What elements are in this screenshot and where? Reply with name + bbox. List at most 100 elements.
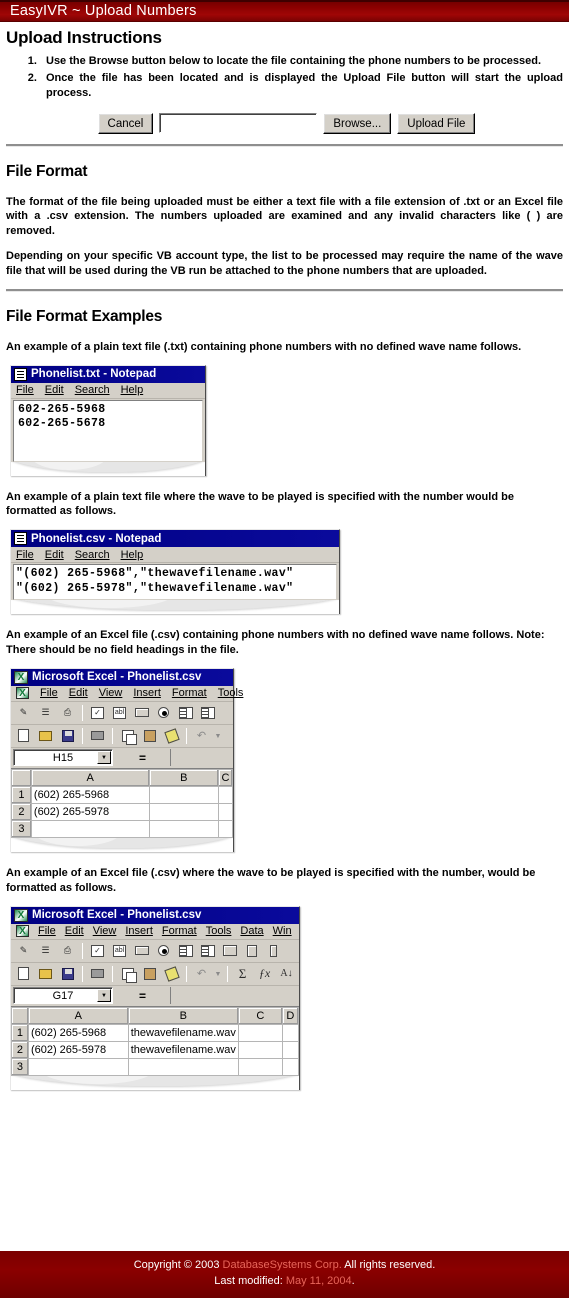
combobox-control-icon[interactable]	[198, 941, 217, 961]
open-icon[interactable]	[36, 726, 55, 746]
chevron-down-icon[interactable]: ▼	[97, 751, 111, 765]
excel1-cell-a3[interactable]	[30, 819, 150, 838]
excel2-row-header-3[interactable]: 3	[11, 1057, 29, 1076]
excel1-name-box[interactable]: H15 ▼	[13, 749, 113, 767]
excel1-col-c[interactable]: C	[217, 768, 234, 787]
format-painter-icon[interactable]	[162, 726, 181, 746]
menu-item-search[interactable]: Search	[75, 384, 110, 396]
properties-icon[interactable]: ☰	[36, 703, 55, 723]
excel2-row-header-1[interactable]: 1	[11, 1023, 29, 1042]
excel2-col-b[interactable]: B	[127, 1006, 239, 1025]
upload-file-button[interactable]: Upload File	[397, 112, 476, 134]
command-button-control-icon[interactable]	[132, 703, 151, 723]
excel2-cell-c3[interactable]	[237, 1057, 283, 1076]
notepad1-text-area[interactable]: 602-265-5968 602-265-5678	[13, 399, 203, 462]
design-mode-icon[interactable]: ✎	[14, 941, 33, 961]
new-icon[interactable]	[14, 726, 33, 746]
excel2-cell-a2[interactable]: (602) 265-5978	[27, 1040, 129, 1059]
autosum-icon[interactable]: Σ	[233, 964, 252, 984]
menu-item-tools[interactable]: Tools	[218, 687, 244, 699]
excel2-cell-b3[interactable]	[127, 1057, 239, 1076]
excel2-cell-b2[interactable]: thewavefilename.wav	[127, 1040, 239, 1059]
excel2-cell-a3[interactable]	[27, 1057, 129, 1076]
menu-item-edit[interactable]: Edit	[65, 925, 84, 937]
menu-item-edit[interactable]: Edit	[69, 687, 88, 699]
checkbox-control-icon[interactable]: ✓	[88, 703, 107, 723]
excel2-equals-button[interactable]: =	[115, 987, 171, 1005]
design-mode-icon[interactable]: ✎	[14, 703, 33, 723]
properties-icon[interactable]: ☰	[36, 941, 55, 961]
undo-dropdown-icon[interactable]: ▼	[214, 726, 222, 746]
corner-select-all-cell[interactable]	[11, 768, 32, 787]
view-code-icon[interactable]: ⎙	[58, 703, 77, 723]
checkbox-control-icon[interactable]: ✓	[88, 941, 107, 961]
print-icon[interactable]	[88, 726, 107, 746]
menu-item-tools[interactable]: Tools	[206, 925, 232, 937]
textbox-control-icon[interactable]: abl	[110, 703, 129, 723]
excel1-cell-a1[interactable]: (602) 265-5968	[30, 785, 150, 804]
textbox-control-icon[interactable]: abl	[110, 941, 129, 961]
menu-item-edit[interactable]: Edit	[45, 549, 64, 561]
spin-button-control-icon[interactable]	[242, 941, 261, 961]
footer-company-link[interactable]: DatabaseSystems Corp.	[223, 1259, 342, 1271]
excel1-cell-b1[interactable]	[148, 785, 219, 804]
menu-item-search[interactable]: Search	[75, 549, 110, 561]
undo-dropdown-icon[interactable]: ▼	[214, 964, 222, 984]
excel1-cell-c2[interactable]	[217, 802, 234, 821]
menu-item-file[interactable]: File	[16, 384, 34, 396]
excel1-cell-a2[interactable]: (602) 265-5978	[30, 802, 150, 821]
menu-item-edit[interactable]: Edit	[45, 384, 64, 396]
corner-select-all-cell[interactable]	[11, 1006, 29, 1025]
menu-item-view[interactable]: View	[99, 687, 123, 699]
excel1-row-header-3[interactable]: 3	[11, 819, 32, 838]
file-path-input[interactable]	[159, 113, 318, 134]
menu-item-file[interactable]: File	[40, 687, 58, 699]
excel1-row-header-2[interactable]: 2	[11, 802, 32, 821]
excel1-cell-c1[interactable]	[217, 785, 234, 804]
excel2-cell-d2[interactable]	[281, 1040, 300, 1059]
excel2-col-c[interactable]: C	[237, 1006, 283, 1025]
menu-item-window[interactable]: Win	[273, 925, 292, 937]
option-button-control-icon[interactable]	[154, 941, 173, 961]
excel1-col-b[interactable]: B	[148, 768, 219, 787]
excel1-worksheet-grid[interactable]: A B C 1 (602) 265-5968 2 (602) 265-5978	[11, 767, 234, 838]
menu-item-data[interactable]: Data	[240, 925, 263, 937]
sort-ascending-icon[interactable]: A↓	[277, 964, 296, 984]
paste-icon[interactable]	[140, 964, 159, 984]
save-icon[interactable]	[58, 964, 77, 984]
excel1-cell-c3[interactable]	[217, 819, 234, 838]
open-icon[interactable]	[36, 964, 55, 984]
chevron-down-icon[interactable]: ▼	[97, 989, 111, 1003]
toggle-button-control-icon[interactable]	[220, 941, 239, 961]
browse-button[interactable]: Browse...	[323, 112, 392, 134]
combobox-control-icon[interactable]	[198, 703, 217, 723]
copy-icon[interactable]	[118, 964, 137, 984]
excel2-row-header-2[interactable]: 2	[11, 1040, 29, 1059]
new-icon[interactable]	[14, 964, 33, 984]
menu-item-format[interactable]: Format	[172, 687, 207, 699]
function-wizard-icon[interactable]: ƒx	[255, 964, 274, 984]
excel2-worksheet-grid[interactable]: A B C D 1 (602) 265-5968 thewavefilename…	[11, 1005, 300, 1076]
listbox-control-icon[interactable]	[176, 941, 195, 961]
scrollbar-control-icon[interactable]	[264, 941, 283, 961]
menu-item-view[interactable]: View	[93, 925, 117, 937]
save-icon[interactable]	[58, 726, 77, 746]
undo-icon[interactable]: ↶	[192, 964, 211, 984]
menu-item-help[interactable]: Help	[121, 549, 144, 561]
paste-icon[interactable]	[140, 726, 159, 746]
excel1-row-header-1[interactable]: 1	[11, 785, 32, 804]
command-button-control-icon[interactable]	[132, 941, 151, 961]
excel1-col-a[interactable]: A	[30, 768, 150, 787]
listbox-control-icon[interactable]	[176, 703, 195, 723]
menu-item-file[interactable]: File	[38, 925, 56, 937]
excel2-cell-c2[interactable]	[237, 1040, 283, 1059]
copy-icon[interactable]	[118, 726, 137, 746]
option-button-control-icon[interactable]	[154, 703, 173, 723]
excel1-cell-b3[interactable]	[148, 819, 219, 838]
excel1-equals-button[interactable]: =	[115, 749, 171, 767]
notepad2-text-area[interactable]: "(602) 265-5968","thewavefilename.wav" "…	[13, 564, 337, 601]
print-icon[interactable]	[88, 964, 107, 984]
view-code-icon[interactable]: ⎙	[58, 941, 77, 961]
excel2-col-a[interactable]: A	[27, 1006, 129, 1025]
menu-item-insert[interactable]: Insert	[125, 925, 153, 937]
